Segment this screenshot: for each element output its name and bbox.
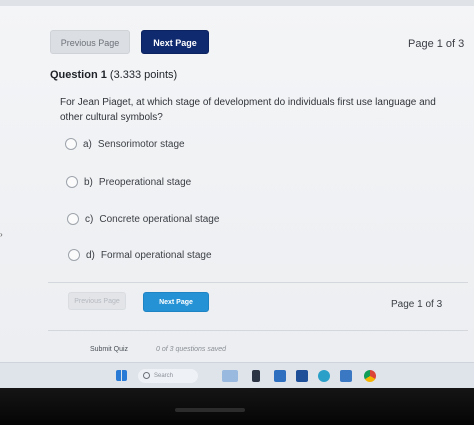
answer-option-c[interactable]: c) Concrete operational stage (67, 213, 219, 225)
store-icon[interactable] (274, 370, 286, 382)
radio-button[interactable] (67, 213, 79, 225)
screen-edge-mark: › (0, 230, 3, 239)
option-text: Formal operational stage (100, 249, 212, 261)
option-text: Preoperational stage (98, 176, 192, 188)
answer-option-d[interactable]: d) Formal operational stage (68, 249, 212, 261)
previous-page-button[interactable]: Previous Page (50, 30, 130, 54)
radio-button[interactable] (65, 138, 77, 150)
option-letter: c) (85, 213, 94, 225)
answer-option-a[interactable]: a) Sensorimotor stage (65, 138, 185, 150)
taskbar-search-placeholder: Search (154, 373, 174, 379)
mail-icon[interactable] (296, 370, 308, 382)
option-text: Sensorimotor stage (97, 138, 185, 150)
bezel-logo (175, 408, 245, 412)
windows-start-icon[interactable] (116, 370, 127, 381)
page-indicator: Page 1 of 3 (408, 38, 465, 50)
widgets-icon[interactable] (222, 370, 238, 382)
previous-page-button-bottom[interactable]: Previous Page (68, 292, 126, 310)
page-indicator-bottom: Page 1 of 3 (391, 299, 443, 310)
saved-status: 0 of 3 questions saved (156, 346, 227, 353)
answer-option-b[interactable]: b) Preoperational stage (66, 176, 191, 188)
radio-button[interactable] (68, 249, 80, 261)
option-text: Concrete operational stage (99, 213, 220, 225)
search-icon (143, 372, 150, 379)
monitor-bezel (0, 388, 474, 425)
divider (48, 330, 468, 331)
question-points: (3.333 points) (109, 69, 178, 81)
question-number: Question 1 (50, 69, 107, 81)
taskbar: Search (0, 362, 474, 389)
option-letter: d) (86, 249, 95, 261)
file-explorer-icon[interactable] (252, 370, 260, 382)
question-text: For Jean Piaget, at which stage of devel… (60, 97, 436, 123)
quiz-page: Previous Page Next Page Page 1 of 3 Ques… (0, 0, 474, 362)
question-title: Question 1 (3.333 points) (50, 69, 177, 81)
option-letter: b) (84, 176, 93, 188)
taskbar-search-input[interactable]: Search (138, 369, 198, 383)
settings-icon[interactable] (340, 370, 352, 382)
submit-quiz-button[interactable]: Submit Quiz (76, 342, 142, 358)
divider (48, 282, 468, 283)
radio-button[interactable] (66, 176, 78, 188)
edge-browser-icon[interactable] (318, 370, 330, 382)
next-page-button[interactable]: Next Page (141, 30, 209, 54)
next-page-button-bottom[interactable]: Next Page (143, 292, 209, 312)
option-letter: a) (83, 138, 92, 150)
top-strip (0, 0, 474, 6)
chrome-icon[interactable] (364, 370, 376, 382)
